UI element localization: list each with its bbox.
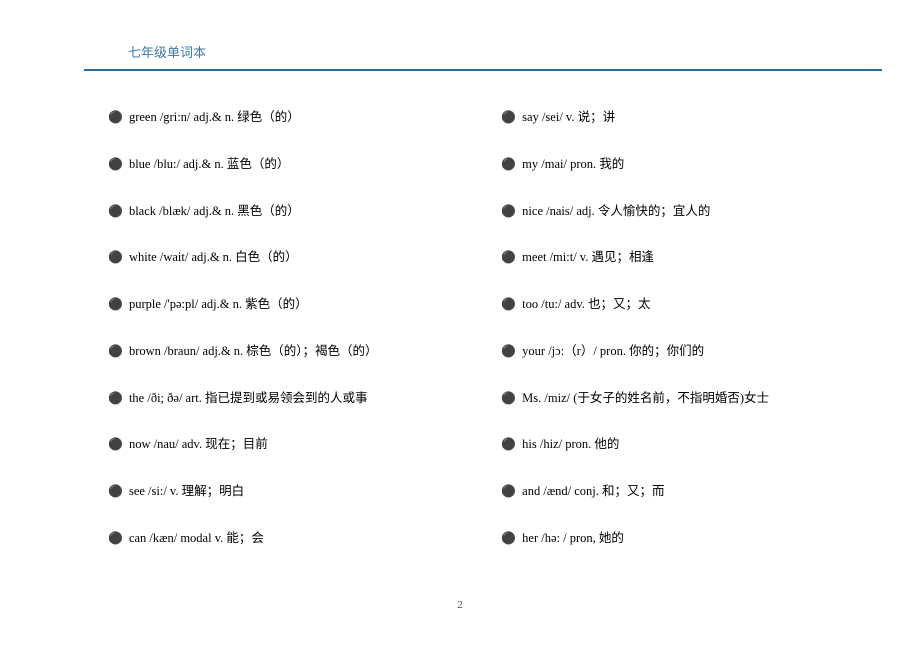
- bullet-icon: ⚫: [108, 295, 123, 313]
- vocab-entry: ⚫ meet /mi:t/ v. 遇见；相逢: [501, 248, 870, 267]
- vocab-entry: ⚫ blue /blu:/ adj.& n. 蓝色（的）: [108, 155, 459, 174]
- right-column: ⚫ say /sei/ v. 说；讲 ⚫ my /mai/ pron. 我的 ⚫ ni…: [501, 108, 870, 548]
- vocab-entry: ⚫ my /mai/ pron. 我的: [501, 155, 870, 174]
- vocab-entry: ⚫ his /hiz/ pron. 他的: [501, 435, 870, 454]
- bullet-icon: ⚫: [108, 482, 123, 500]
- entry-text: nice /nais/ adj. 令人愉快的；宜人的: [522, 202, 870, 221]
- bullet-icon: ⚫: [501, 202, 516, 220]
- bullet-icon: ⚫: [108, 342, 123, 360]
- entry-text: white /wait/ adj.& n. 白色（的）: [129, 248, 459, 267]
- entry-text: meet /mi:t/ v. 遇见；相逢: [522, 248, 870, 267]
- vocab-entry: ⚫ now /nau/ adv. 现在；目前: [108, 435, 459, 454]
- entry-text: say /sei/ v. 说；讲: [522, 108, 870, 127]
- vocab-entry: ⚫ her /hə: / pron, 她的: [501, 529, 870, 548]
- vocab-entry: ⚫ black /blæk/ adj.& n. 黑色（的）: [108, 202, 459, 221]
- page-number: 2: [457, 599, 463, 611]
- entry-text: green /gri:n/ adj.& n. 绿色（的）: [129, 108, 459, 127]
- bullet-icon: ⚫: [108, 529, 123, 547]
- entry-text: black /blæk/ adj.& n. 黑色（的）: [129, 202, 459, 221]
- bullet-icon: ⚫: [501, 248, 516, 266]
- header-rule: [84, 69, 882, 71]
- entry-text: the /ði; ðə/ art. 指已提到或易领会到的人或事: [129, 389, 459, 408]
- entry-text: his /hiz/ pron. 他的: [522, 435, 870, 454]
- entry-text: brown /braun/ adj.& n. 棕色（的）；褐色（的）: [129, 342, 459, 361]
- vocab-entry: ⚫ green /gri:n/ adj.& n. 绿色（的）: [108, 108, 459, 127]
- vocab-entry: ⚫ nice /nais/ adj. 令人愉快的；宜人的: [501, 202, 870, 221]
- bullet-icon: ⚫: [501, 295, 516, 313]
- bullet-icon: ⚫: [108, 202, 123, 220]
- entry-text: purple /'pə:pl/ adj.& n. 紫色（的）: [129, 295, 459, 314]
- bullet-icon: ⚫: [501, 389, 516, 407]
- vocab-entry: ⚫ white /wait/ adj.& n. 白色（的）: [108, 248, 459, 267]
- page-header: 七年级单词本: [84, 42, 882, 71]
- entry-text: Ms. /miz/ (于女子的姓名前，不指明婚否)女士: [522, 389, 870, 408]
- bullet-icon: ⚫: [108, 389, 123, 407]
- vocab-entry: ⚫ and /ænd/ conj. 和；又；而: [501, 482, 870, 501]
- bullet-icon: ⚫: [501, 529, 516, 547]
- vocab-entry: ⚫ too /tu:/ adv. 也；又；太: [501, 295, 870, 314]
- entry-text: see /si:/ v. 理解；明白: [129, 482, 459, 501]
- bullet-icon: ⚫: [501, 342, 516, 360]
- bullet-icon: ⚫: [501, 482, 516, 500]
- bullet-icon: ⚫: [501, 435, 516, 453]
- entry-text: can /kæn/ modal v. 能；会: [129, 529, 459, 548]
- vocab-entry: ⚫ see /si:/ v. 理解；明白: [108, 482, 459, 501]
- vocab-entry: ⚫ Ms. /miz/ (于女子的姓名前，不指明婚否)女士: [501, 389, 870, 408]
- vocab-entry: ⚫ your /jɔ:（r）/ pron. 你的；你们的: [501, 342, 870, 361]
- bullet-icon: ⚫: [108, 248, 123, 266]
- entry-text: too /tu:/ adv. 也；又；太: [522, 295, 870, 314]
- bullet-icon: ⚫: [108, 435, 123, 453]
- entry-text: now /nau/ adv. 现在；目前: [129, 435, 459, 454]
- entry-text: her /hə: / pron, 她的: [522, 529, 870, 548]
- bullet-icon: ⚫: [501, 108, 516, 126]
- entry-text: blue /blu:/ adj.& n. 蓝色（的）: [129, 155, 459, 174]
- vocab-entry: ⚫ can /kæn/ modal v. 能；会: [108, 529, 459, 548]
- entry-text: and /ænd/ conj. 和；又；而: [522, 482, 870, 501]
- vocab-entry: ⚫ the /ði; ðə/ art. 指已提到或易领会到的人或事: [108, 389, 459, 408]
- vocabulary-content: ⚫ green /gri:n/ adj.& n. 绿色（的） ⚫ blue /blu…: [108, 108, 870, 548]
- left-column: ⚫ green /gri:n/ adj.& n. 绿色（的） ⚫ blue /blu…: [108, 108, 459, 548]
- entry-text: my /mai/ pron. 我的: [522, 155, 870, 174]
- bullet-icon: ⚫: [108, 108, 123, 126]
- bullet-icon: ⚫: [501, 155, 516, 173]
- vocab-entry: ⚫ say /sei/ v. 说；讲: [501, 108, 870, 127]
- vocab-entry: ⚫ purple /'pə:pl/ adj.& n. 紫色（的）: [108, 295, 459, 314]
- bullet-icon: ⚫: [108, 155, 123, 173]
- entry-text: your /jɔ:（r）/ pron. 你的；你们的: [522, 342, 870, 361]
- header-title: 七年级单词本: [128, 42, 882, 61]
- vocab-entry: ⚫ brown /braun/ adj.& n. 棕色（的）；褐色（的）: [108, 342, 459, 361]
